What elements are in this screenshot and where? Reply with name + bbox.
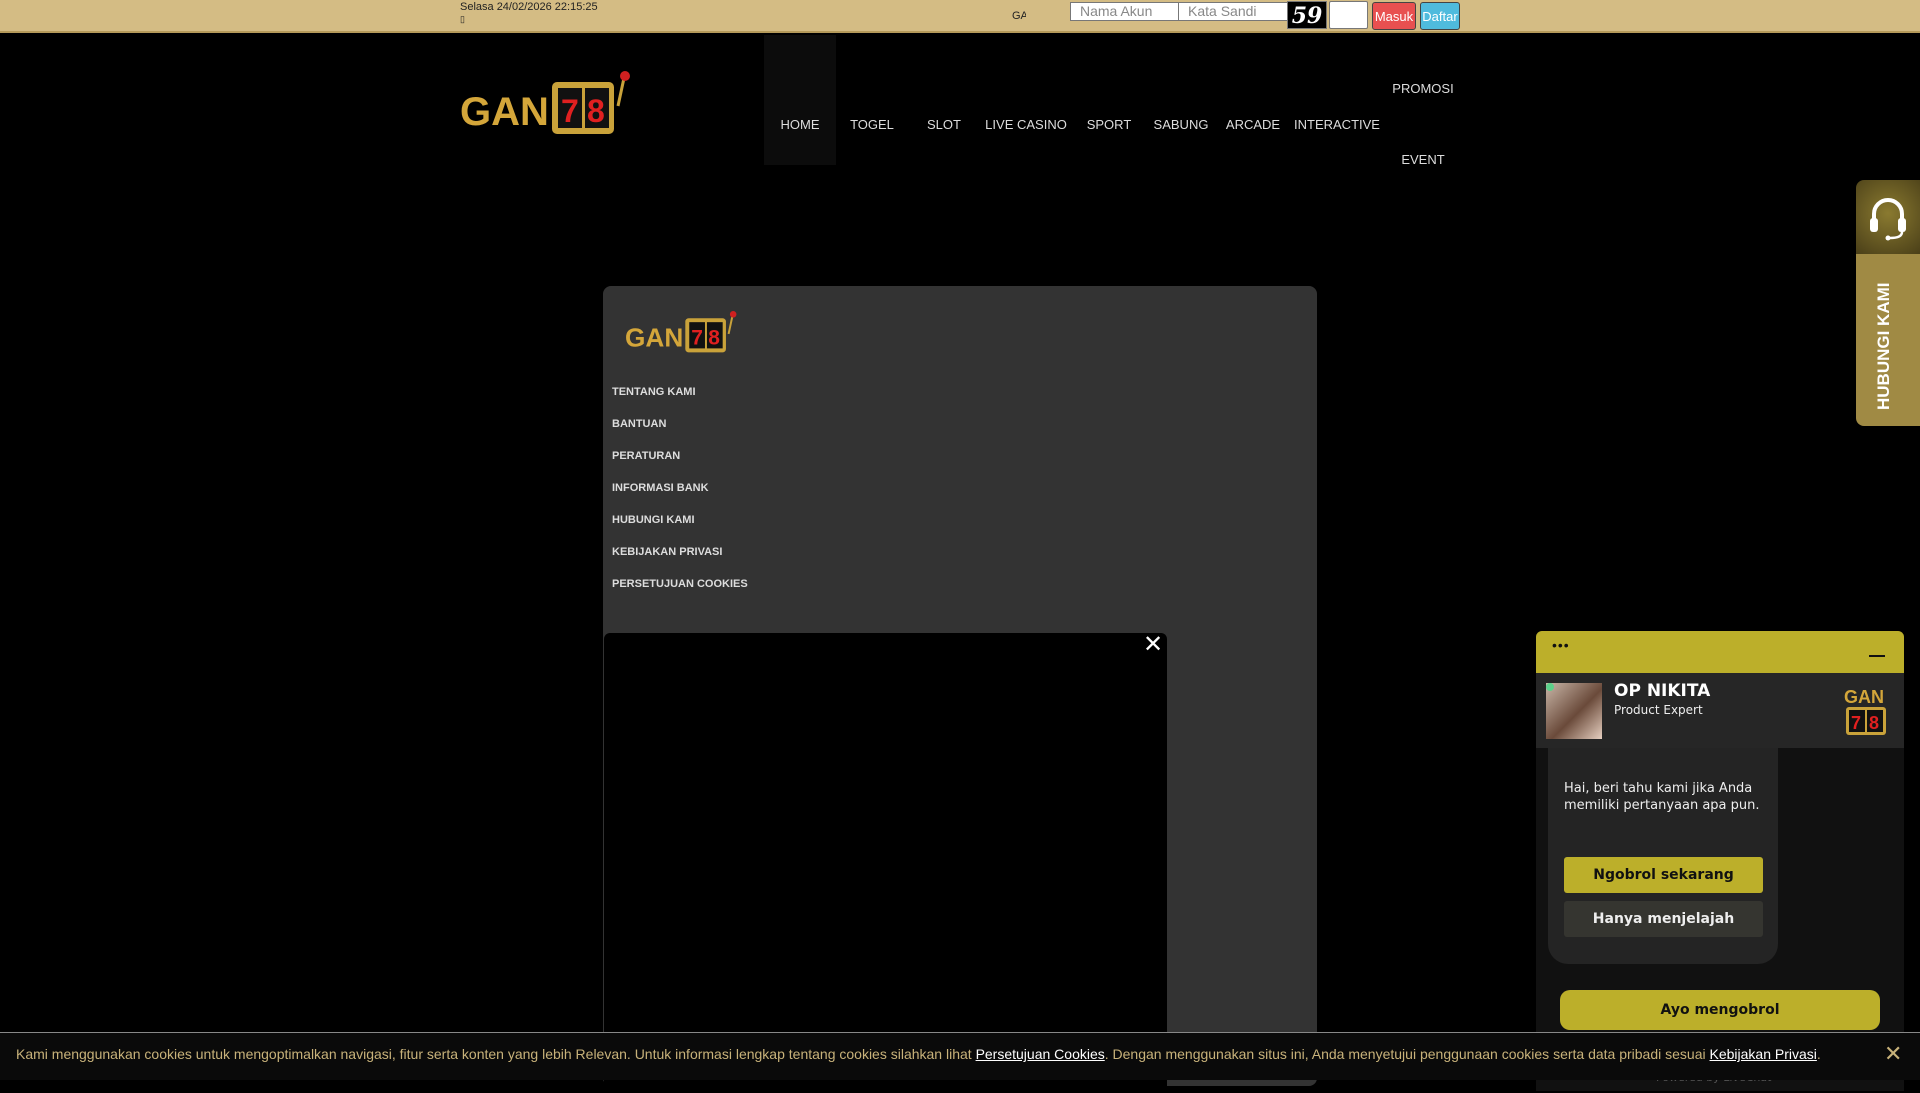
svg-text:7: 7 <box>561 93 579 129</box>
register-button[interactable]: Daftar <box>1420 2 1460 30</box>
nav-live-casino[interactable]: LIVE CASINO <box>985 117 1067 132</box>
missing-glyph-icon: ▯ <box>460 14 465 24</box>
contact-tab[interactable] <box>1856 180 1920 254</box>
site-logo[interactable]: GAN 7 8 <box>460 70 640 141</box>
cookie-close-icon[interactable]: ✕ <box>1884 1041 1902 1067</box>
chat-menu-icon[interactable]: ••• <box>1552 637 1570 653</box>
nav-active-bg <box>764 35 836 165</box>
popup-frame <box>604 633 1167 1093</box>
online-status-icon <box>1546 683 1554 691</box>
nav-arcade[interactable]: ARCADE <box>1226 117 1280 132</box>
nav-togel[interactable]: TOGEL <box>850 117 894 132</box>
livechat-widget: ••• OP NIKITA Product Expert GAN 7 8 Hai, … <box>1536 631 1904 1091</box>
link-kebijakan-privasi[interactable]: KEBIJAKAN PRIVASI <box>612 546 722 558</box>
nav-event[interactable]: EVENT <box>1401 152 1444 167</box>
cookie-consent-link[interactable]: Persetujuan Cookies <box>976 1046 1105 1062</box>
nav-home[interactable]: HOME <box>781 117 820 132</box>
svg-text:8: 8 <box>1869 713 1879 733</box>
link-peraturan[interactable]: PERATURAN <box>612 450 680 462</box>
just-browsing-button[interactable]: Hanya menjelajah <box>1564 901 1763 937</box>
cookie-text: . <box>1816 1046 1821 1062</box>
chat-message-card: Hai, beri tahu kami jika Anda memiliki p… <box>1548 748 1778 964</box>
svg-text:7: 7 <box>1851 713 1861 733</box>
top-bar: Selasa 24/02/2026 22:15:25 ▯ GA Nama Aku… <box>0 0 1920 33</box>
agent-avatar <box>1546 683 1602 739</box>
cookie-banner: Kami menggunakan cookies untuk mengoptim… <box>0 1032 1920 1080</box>
svg-text:8: 8 <box>708 326 720 349</box>
minimize-icon[interactable] <box>1869 655 1885 657</box>
nav-slot[interactable]: SLOT <box>927 117 961 132</box>
link-informasi-bank[interactable]: INFORMASI BANK <box>612 482 709 494</box>
contact-tab-label[interactable]: HUBUNGI KAMI <box>1874 283 1894 411</box>
headset-icon <box>1870 198 1906 241</box>
login-button[interactable]: Masuk <box>1372 2 1416 30</box>
svg-text:7: 7 <box>691 326 703 349</box>
agent-name: OP NIKITA <box>1614 681 1711 701</box>
nav-promosi[interactable]: PROMOSI <box>1392 81 1453 96</box>
captcha-image: 59 <box>1287 1 1327 29</box>
captcha-input[interactable] <box>1329 1 1368 29</box>
popup-close-icon[interactable]: ✕ <box>1143 630 1163 659</box>
svg-text:GAN: GAN <box>460 90 549 134</box>
nav-sport[interactable]: SPORT <box>1087 117 1132 132</box>
cookie-text: Kami menggunakan cookies untuk mengoptim… <box>16 1046 976 1062</box>
start-chat-button[interactable]: Ayo mengobrol <box>1560 990 1880 1030</box>
svg-text:GAN: GAN <box>625 322 683 352</box>
chat-message: Hai, beri tahu kami jika Anda memiliki p… <box>1564 781 1760 813</box>
marquee-text: GA <box>1012 10 1026 22</box>
agent-bar: OP NIKITA Product Expert GAN 7 8 <box>1536 673 1904 748</box>
link-tentang-kami[interactable]: TENTANG KAMI <box>612 386 696 398</box>
svg-text:8: 8 <box>587 93 605 129</box>
cookie-text: . Dengan menggunakan situs ini, Anda men… <box>1104 1046 1710 1062</box>
username-input[interactable]: Nama Akun <box>1070 2 1179 21</box>
panel-logo: GAN 7 8 <box>625 310 743 359</box>
nav-sabung[interactable]: SABUNG <box>1154 117 1209 132</box>
password-input[interactable]: Kata Sandi <box>1178 2 1288 21</box>
svg-text:GAN: GAN <box>1844 687 1884 707</box>
link-persetujuan-cookies[interactable]: PERSETUJUAN COOKIES <box>612 578 748 590</box>
brand-logo: GAN 7 8 <box>1844 685 1892 737</box>
agent-role: Product Expert <box>1614 703 1703 717</box>
datetime: Selasa 24/02/2026 22:15:25 <box>460 1 598 13</box>
nav-interactive[interactable]: INTERACTIVE <box>1294 117 1380 132</box>
chat-header: ••• <box>1536 631 1904 673</box>
chat-now-button[interactable]: Ngobrol sekarang <box>1564 857 1763 893</box>
link-hubungi-kami[interactable]: HUBUNGI KAMI <box>612 514 695 526</box>
link-bantuan[interactable]: BANTUAN <box>612 418 666 430</box>
privacy-policy-link[interactable]: Kebijakan Privasi <box>1710 1046 1817 1062</box>
